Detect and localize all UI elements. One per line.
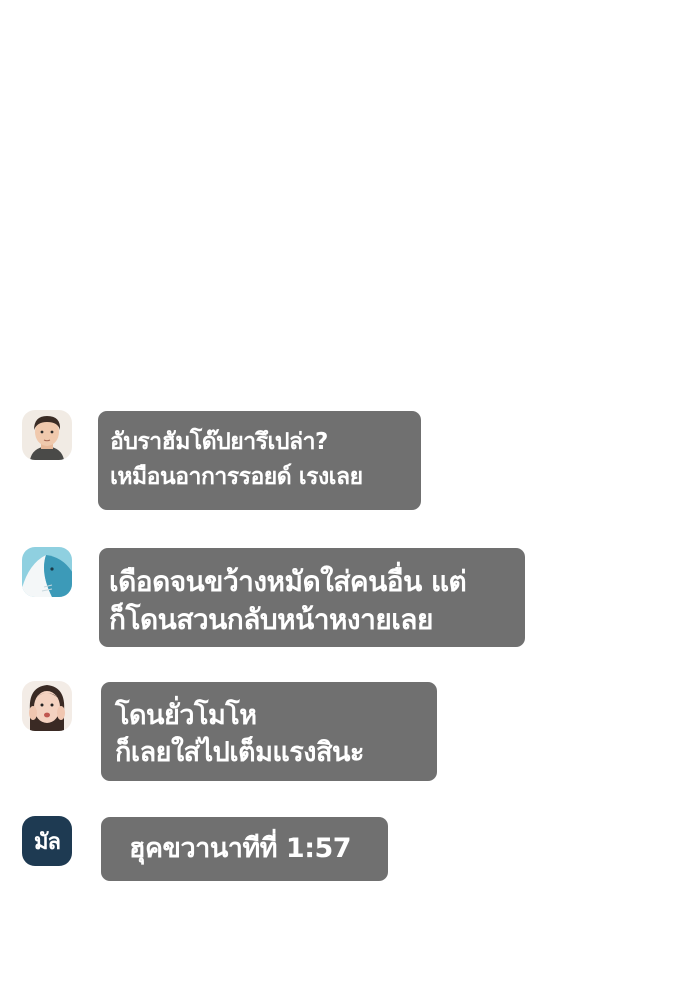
whale-avatar-icon[interactable] bbox=[22, 547, 72, 597]
message-bubble[interactable]: อับราฮัมโด๊ปยารึเปล่า? เหมือนอาการรอยด์ … bbox=[98, 411, 421, 510]
message-line: ก็เลยใส่ไปเต็มแรงสินะ bbox=[115, 737, 364, 768]
message-line: เหมือนอาการรอยด์ เรงเลย bbox=[110, 464, 363, 490]
woman-avatar-icon[interactable] bbox=[22, 681, 72, 731]
message-line: ฮุคขวานาทีที่ 1:57 bbox=[129, 833, 352, 864]
message-bubble[interactable]: เดือดจนขว้างหมัดใส่คนอื่น แต่ ก็โดนสวนกล… bbox=[99, 548, 525, 647]
message-bubble[interactable]: โดนยั่วโมโห ก็เลยใส่ไปเต็มแรงสินะ bbox=[101, 682, 437, 781]
message-line: อับราฮัมโด๊ปยารึเปล่า? bbox=[110, 429, 328, 455]
message-bubble[interactable]: ฮุคขวานาทีที่ 1:57 bbox=[101, 817, 388, 881]
message-line: เดือดจนขว้างหมัดใส่คนอื่น แต่ bbox=[109, 565, 467, 598]
message-line: โดนยั่วโมโห bbox=[115, 700, 257, 731]
avatar-badge-text: มัล bbox=[34, 829, 61, 855]
badge-avatar-icon[interactable]: มัล bbox=[22, 816, 72, 866]
message-line: ก็โดนสวนกลับหน้าหงายเลย bbox=[109, 603, 433, 636]
man-avatar-icon[interactable] bbox=[22, 410, 72, 460]
